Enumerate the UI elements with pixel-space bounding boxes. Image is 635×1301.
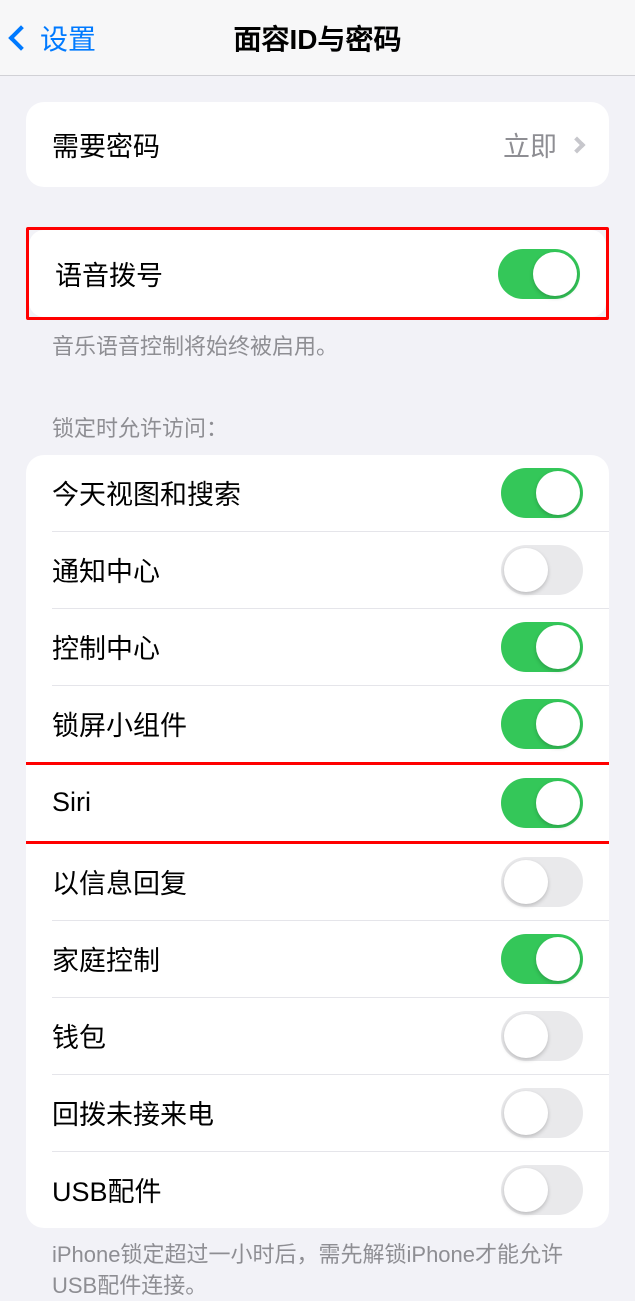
- wallet-label: 钱包: [52, 1016, 106, 1055]
- usb-accessory-row: USB配件: [26, 1152, 609, 1228]
- navigation-header: 设置 面容ID与密码: [0, 0, 635, 76]
- lockscreen-widget-toggle[interactable]: [501, 699, 583, 749]
- notification-center-label: 通知中心: [52, 550, 160, 589]
- return-call-toggle[interactable]: [501, 1088, 583, 1138]
- back-button-label: 设置: [40, 18, 96, 58]
- control-center-toggle[interactable]: [501, 622, 583, 672]
- voice-dial-row: 语音拨号: [29, 230, 606, 317]
- home-control-toggle[interactable]: [501, 934, 583, 984]
- lock-access-group: 今天视图和搜索 通知中心 控制中心 锁屏小组件 Siri 以信息回复: [26, 455, 609, 1228]
- voice-dial-highlight: 语音拨号: [26, 227, 609, 320]
- require-passcode-label: 需要密码: [52, 125, 160, 164]
- voice-dial-label: 语音拨号: [55, 254, 163, 293]
- siri-highlight: Siri: [26, 762, 609, 844]
- reply-message-label: 以信息回复: [52, 862, 187, 901]
- lockscreen-widget-label: 锁屏小组件: [52, 704, 187, 743]
- chevron-right-icon: [569, 136, 586, 153]
- lockscreen-widget-row: 锁屏小组件: [26, 686, 609, 762]
- wallet-toggle[interactable]: [501, 1011, 583, 1061]
- reply-message-toggle[interactable]: [501, 857, 583, 907]
- today-view-label: 今天视图和搜索: [52, 473, 241, 512]
- reply-message-row: 以信息回复: [26, 844, 609, 920]
- control-center-row: 控制中心: [26, 609, 609, 685]
- back-button[interactable]: 设置: [0, 18, 96, 58]
- home-control-label: 家庭控制: [52, 939, 160, 978]
- usb-footer: iPhone锁定超过一小时后，需先解锁iPhone才能允许USB配件连接。: [26, 1228, 609, 1301]
- today-view-toggle[interactable]: [501, 468, 583, 518]
- require-passcode-value: 立即: [503, 125, 557, 164]
- today-view-row: 今天视图和搜索: [26, 455, 609, 531]
- control-center-label: 控制中心: [52, 627, 160, 666]
- home-control-row: 家庭控制: [26, 921, 609, 997]
- require-passcode-group: 需要密码 立即: [26, 102, 609, 187]
- return-call-row: 回拨未接来电: [26, 1075, 609, 1151]
- require-passcode-row[interactable]: 需要密码 立即: [26, 102, 609, 187]
- wallet-row: 钱包: [26, 998, 609, 1074]
- voice-dial-footer: 音乐语音控制将始终被启用。: [26, 320, 609, 363]
- voice-dial-toggle[interactable]: [498, 249, 580, 299]
- notification-center-row: 通知中心: [26, 532, 609, 608]
- chevron-left-icon: [8, 25, 33, 50]
- page-title: 面容ID与密码: [233, 18, 401, 58]
- notification-center-toggle[interactable]: [501, 545, 583, 595]
- usb-accessory-label: USB配件: [52, 1170, 162, 1209]
- usb-accessory-toggle[interactable]: [501, 1165, 583, 1215]
- siri-row: Siri: [26, 765, 609, 841]
- siri-toggle[interactable]: [501, 778, 583, 828]
- lock-access-header: 锁定时允许访问：: [26, 411, 609, 455]
- siri-label: Siri: [52, 787, 91, 818]
- return-call-label: 回拨未接来电: [52, 1093, 214, 1132]
